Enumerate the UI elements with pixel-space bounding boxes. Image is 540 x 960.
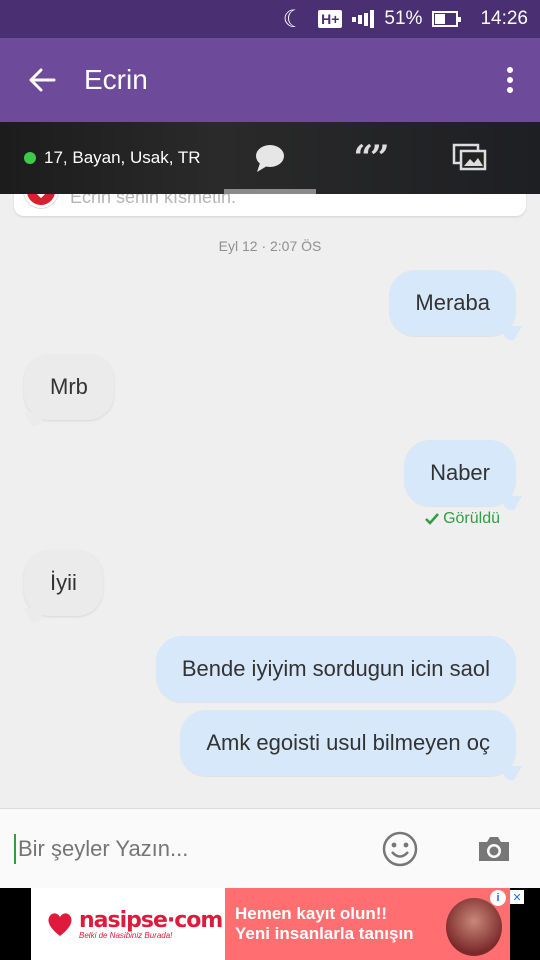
ad-message[interactable]: Hemen kayıt olun!! Yeni insanlarla tanış… <box>225 888 510 960</box>
message-composer <box>0 808 540 888</box>
message-bubble-incoming[interactable]: Mrb <box>24 354 114 420</box>
match-card: Ecrin senin kısmetin. <box>14 194 526 216</box>
message-bubble-outgoing[interactable]: Meraba <box>389 270 516 336</box>
ad-heart-logo-icon <box>48 913 72 936</box>
message-bubble-outgoing[interactable]: Bende iyiyim sordugun icin saol <box>155 636 516 702</box>
profile-details: 17, Bayan, Usak, TR <box>44 148 201 167</box>
check-icon <box>425 513 440 525</box>
quote-icon: “” <box>353 138 389 178</box>
more-options-button[interactable] <box>480 38 540 122</box>
battery-icon <box>432 11 462 27</box>
h-plus-icon: H+ <box>318 10 343 28</box>
chat-area[interactable]: Ecrin senin kısmetin. Eyl 12 · 2:07 ÖS M… <box>0 194 540 808</box>
moon-icon: ☾ <box>282 5 305 33</box>
more-vertical-icon <box>507 67 513 73</box>
ad-content[interactable]: nasipse·com Belki de Nasibiniz Burada! H… <box>31 888 524 960</box>
heart-icon <box>24 194 58 208</box>
info-icon[interactable]: i <box>490 890 506 906</box>
message-bubble-outgoing[interactable]: Naber <box>404 440 516 506</box>
camera-button[interactable] <box>464 809 524 889</box>
emoji-button[interactable] <box>370 809 430 889</box>
signal-icon <box>352 10 375 28</box>
back-button[interactable] <box>0 38 84 122</box>
close-icon[interactable]: ✕ <box>510 890 524 904</box>
page-title: Ecrin <box>84 64 148 95</box>
online-indicator <box>24 152 36 164</box>
match-text: Ecrin senin kısmetin. <box>70 194 237 207</box>
chat-bubble-icon <box>256 145 284 172</box>
ad-banner[interactable]: nasipse·com Belki de Nasibiniz Burada! H… <box>0 888 540 960</box>
seen-indicator: Görüldü <box>425 510 500 528</box>
profile-strip: 17, Bayan, Usak, TR “” <box>0 122 540 194</box>
ad-brand: nasipse·com <box>79 908 223 933</box>
camera-icon <box>479 836 509 861</box>
arrow-left-icon <box>29 68 56 92</box>
tab-chat[interactable] <box>220 122 320 194</box>
message-bubble-incoming[interactable]: İyii <box>24 550 103 616</box>
message-bubble-outgoing[interactable]: Amk egoisti usul bilmeyen oç <box>180 710 516 776</box>
photos-icon <box>452 143 487 171</box>
date-separator: Eyl 12 · 2:07 ÖS <box>218 238 322 254</box>
profile-info[interactable]: 17, Bayan, Usak, TR <box>0 148 220 168</box>
ad-avatar <box>446 898 502 956</box>
ad-logo: nasipse·com Belki de Nasibiniz Burada! <box>31 888 225 960</box>
tab-quotes[interactable]: “” <box>320 122 420 194</box>
smiley-icon <box>382 831 418 866</box>
message-input[interactable] <box>16 828 370 869</box>
seen-label: Görüldü <box>443 510 500 527</box>
tab-photos[interactable] <box>420 122 520 194</box>
app-bar: Ecrin <box>0 38 540 122</box>
battery-percent: 51% <box>384 8 423 29</box>
status-bar: ☾ H+ 51% 14:26 <box>0 0 540 38</box>
status-time: 14:26 <box>480 8 528 29</box>
